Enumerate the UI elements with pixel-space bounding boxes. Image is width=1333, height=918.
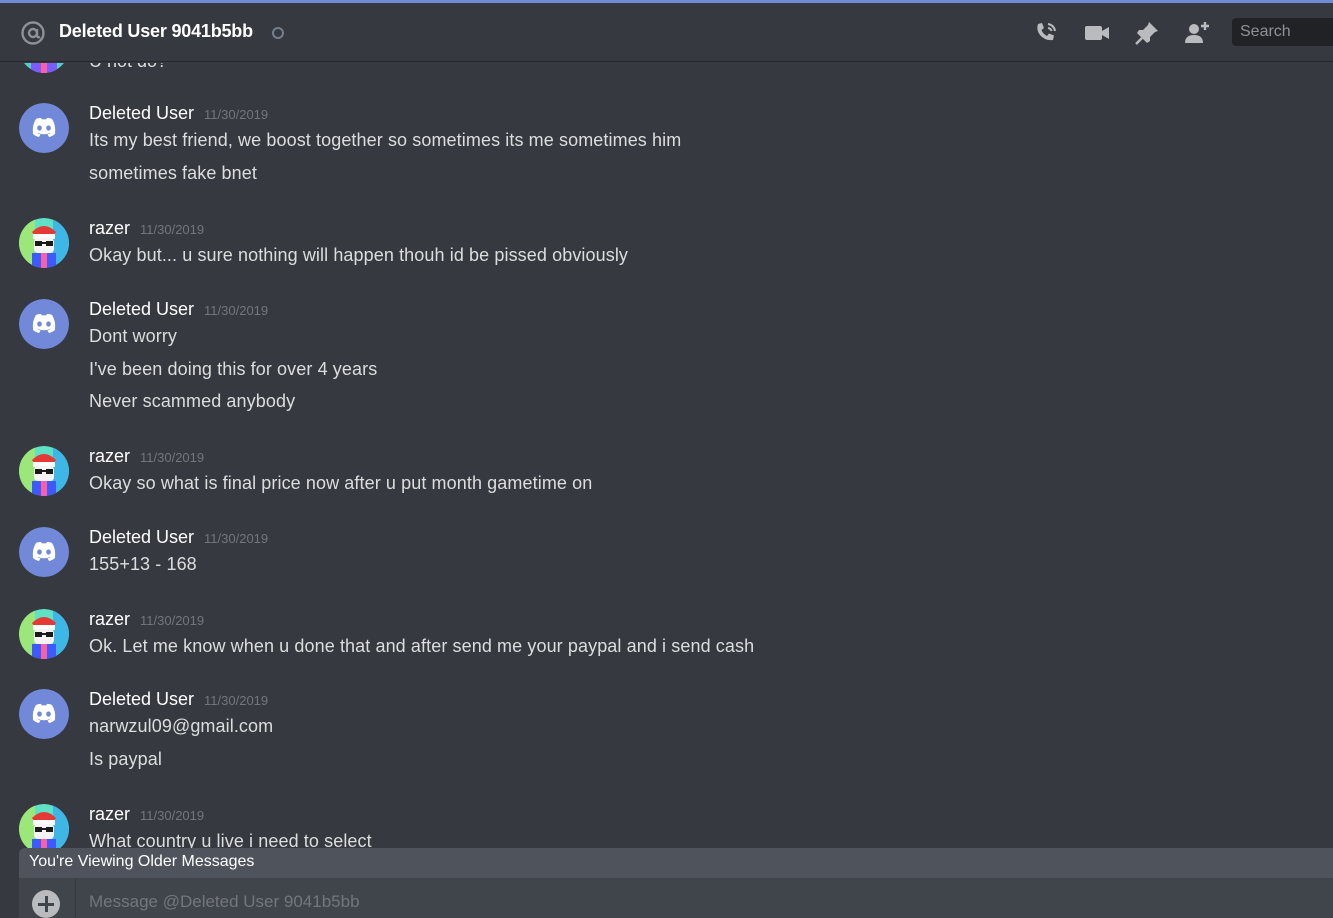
message-text: Dont worry	[89, 326, 178, 346]
message-group: Deleted User 11/30/2019 Dont worry I've bee…	[0, 299, 1333, 438]
author-name[interactable]: razer	[89, 446, 130, 466]
author-name[interactable]: razer	[89, 218, 130, 238]
message-text: Ok. Let me know when u done that and aft…	[89, 636, 755, 656]
message-group: razer 11/30/2019 What country u live i nee…	[0, 804, 1333, 848]
message-text: Is paypal	[89, 748, 162, 769]
composer-divider	[75, 878, 76, 918]
avatar[interactable]	[19, 218, 69, 268]
message-timestamp: 11/30/2019	[140, 613, 205, 628]
razer-avatar-image	[19, 446, 69, 496]
message-timestamp: 11/30/2019	[204, 303, 269, 318]
viewing-older-messages-bar[interactable]: You're Viewing Older Messages	[19, 848, 1333, 878]
message-input[interactable]: Message @Deleted User 9041b5bb	[89, 892, 360, 912]
author-name[interactable]: Deleted User	[89, 299, 194, 319]
video-call-icon[interactable]	[1083, 19, 1111, 47]
pinned-messages-icon[interactable]	[1133, 19, 1161, 47]
message-group: Deleted User 11/30/2019 narwzul09@gmail.co…	[0, 689, 1333, 795]
offline-status-icon	[272, 27, 284, 39]
attach-plus-icon[interactable]	[32, 890, 60, 918]
message-timestamp: 11/30/2019	[140, 222, 205, 237]
razer-avatar-image	[19, 609, 69, 659]
message-timestamp: 11/30/2019	[140, 808, 205, 823]
message-group: Deleted User 11/30/2019 Its my best friend…	[0, 103, 1333, 209]
author-name[interactable]: razer	[89, 804, 130, 824]
avatar[interactable]	[19, 689, 69, 739]
message-text: Never scammed anybody	[89, 391, 296, 411]
avatar[interactable]	[19, 103, 69, 153]
message-text: Okay but... u sure nothing will happen t…	[89, 245, 629, 265]
avatar[interactable]	[19, 299, 69, 349]
message-group: Deleted User 11/30/2019 155+13 - 168	[0, 527, 1333, 600]
search-input[interactable]: Search	[1232, 18, 1333, 46]
message-text: 155+13 - 168	[89, 554, 197, 574]
message-text: Its my best friend, we boost together so…	[89, 130, 682, 150]
message-text: sometimes fake bnet	[89, 162, 257, 183]
message-author[interactable]: razer 11/30/2019	[89, 804, 204, 825]
message-author[interactable]: razer 11/30/2019	[89, 446, 204, 467]
message-author[interactable]: Deleted User 11/30/2019	[89, 299, 268, 320]
message-list: U not do? Deleted User 11/30/2019 Its my b…	[0, 63, 1333, 848]
message-author[interactable]: razer 11/30/2019	[89, 609, 204, 630]
discord-logo-icon	[19, 103, 69, 153]
avatar[interactable]	[19, 609, 69, 659]
channel-header: Deleted User 9041b5bb Search	[0, 3, 1333, 62]
message-text: Okay so what is final price now after u …	[89, 473, 593, 493]
message-group: razer 11/30/2019 Ok. Let me know when u do…	[0, 609, 1333, 682]
message-text: U not do?	[89, 63, 167, 72]
add-friend-to-dm-icon[interactable]	[1183, 19, 1211, 47]
avatar[interactable]	[19, 446, 69, 496]
message-timestamp: 11/30/2019	[204, 531, 269, 546]
message-author[interactable]: Deleted User 11/30/2019	[89, 527, 268, 548]
voice-call-icon[interactable]	[1032, 19, 1060, 47]
razer-avatar-image	[19, 218, 69, 268]
message-author[interactable]: razer 11/30/2019	[89, 218, 204, 239]
message-author[interactable]: Deleted User 11/30/2019	[89, 689, 268, 710]
message-composer[interactable]: Message @Deleted User 9041b5bb	[19, 878, 1333, 918]
message-timestamp: 11/30/2019	[140, 450, 205, 465]
author-name[interactable]: Deleted User	[89, 103, 194, 123]
author-name[interactable]: Deleted User	[89, 527, 194, 547]
author-name[interactable]: razer	[89, 609, 130, 629]
message-group: razer 11/30/2019 Okay but... u sure nothin…	[0, 218, 1333, 291]
author-name[interactable]: Deleted User	[89, 689, 194, 709]
dm-title: Deleted User 9041b5bb	[59, 21, 253, 41]
discord-logo-icon	[19, 527, 69, 577]
avatar[interactable]	[19, 527, 69, 577]
message-timestamp: 11/30/2019	[204, 107, 269, 122]
message-timestamp: 11/30/2019	[204, 693, 269, 708]
message-text: narwzul09@gmail.com	[89, 716, 274, 736]
at-sign-icon	[21, 21, 45, 45]
discord-logo-icon	[19, 689, 69, 739]
message-text: What country u live i need to select	[89, 831, 372, 848]
message-text: I've been doing this for over 4 years	[89, 358, 378, 379]
avatar	[19, 63, 69, 73]
razer-avatar-image	[19, 804, 69, 848]
discord-logo-icon	[19, 299, 69, 349]
message-author[interactable]: Deleted User 11/30/2019	[89, 103, 268, 124]
avatar[interactable]	[19, 804, 69, 848]
message-group: razer 11/30/2019 Okay so what is final pri…	[0, 446, 1333, 519]
